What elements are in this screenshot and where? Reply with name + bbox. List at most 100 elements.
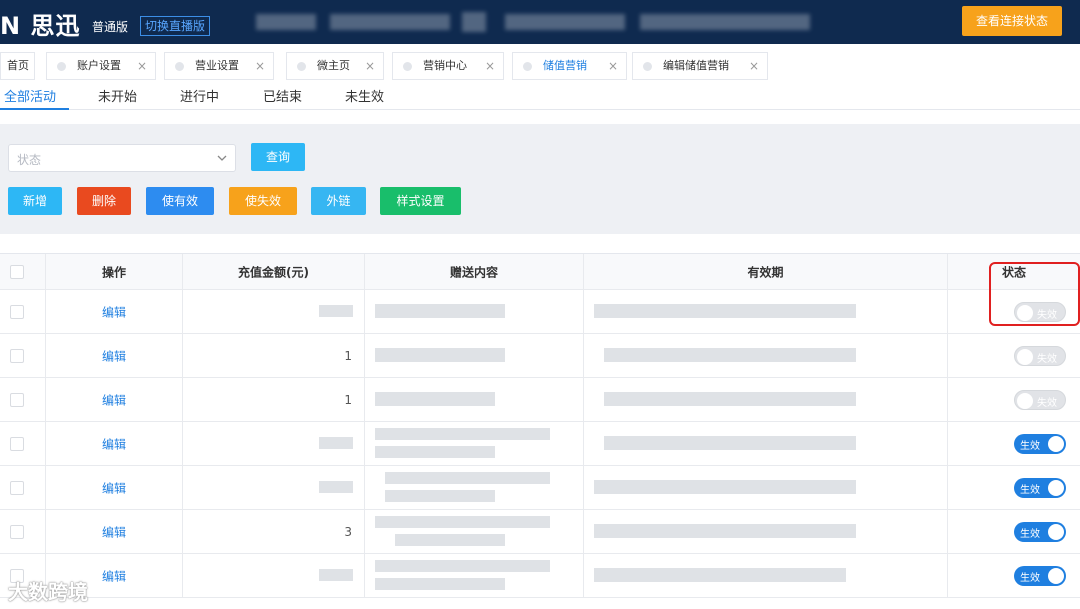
toggle-label: 失效 xyxy=(1037,353,1057,365)
tab-dot-icon xyxy=(403,62,412,71)
redacted-block xyxy=(375,304,505,318)
edit-link[interactable]: 编辑 xyxy=(46,435,182,452)
action-cell: 编辑 xyxy=(46,334,183,377)
tab-business-settings[interactable]: 营业设置 × xyxy=(164,52,274,80)
close-icon[interactable]: × xyxy=(137,53,147,79)
edit-link[interactable]: 编辑 xyxy=(46,303,182,320)
header-label: 有效期 xyxy=(747,265,784,279)
redacted-block xyxy=(594,304,856,318)
tab-dot-icon xyxy=(57,62,66,71)
switch-live-button[interactable]: 切换直播版 xyxy=(140,16,211,36)
amount-cell xyxy=(183,290,365,333)
redacted-block xyxy=(256,14,316,30)
delete-button[interactable]: 删除 xyxy=(77,187,131,215)
select-all-checkbox[interactable] xyxy=(10,264,24,279)
filter-panel xyxy=(0,124,1080,234)
validity-cell xyxy=(584,290,948,333)
close-icon[interactable]: × xyxy=(749,53,759,79)
row-checkbox[interactable] xyxy=(10,392,24,407)
tab-home[interactable]: 首页 xyxy=(0,52,35,80)
gift-cell xyxy=(365,510,584,553)
tab-dot-icon xyxy=(297,62,306,71)
redacted-block xyxy=(319,305,353,317)
status-toggle[interactable]: 生效 xyxy=(1014,521,1066,542)
connection-status-button[interactable]: 查看连接状态 xyxy=(962,6,1062,36)
toggle-label: 生效 xyxy=(1020,528,1040,540)
tab-stored-value-marketing[interactable]: 储值营销 × xyxy=(512,52,627,80)
add-button[interactable]: 新增 xyxy=(8,187,62,215)
subtab-inactive[interactable]: 未生效 xyxy=(345,86,384,105)
select-cell xyxy=(0,334,46,377)
edit-link[interactable]: 编辑 xyxy=(46,391,182,408)
close-icon[interactable]: × xyxy=(255,53,265,79)
close-icon[interactable]: × xyxy=(365,53,375,79)
status-select[interactable]: 状态 xyxy=(8,144,236,172)
amount-cell: 3 xyxy=(183,510,365,553)
tab-dot-icon xyxy=(643,62,652,71)
status-toggle[interactable]: 失效 xyxy=(1014,345,1066,366)
subtab-ended[interactable]: 已结束 xyxy=(263,86,302,105)
amount-value: 3 xyxy=(344,524,352,539)
redacted-block xyxy=(319,481,353,493)
action-cell: 编辑 xyxy=(46,466,183,509)
row-checkbox[interactable] xyxy=(10,304,24,319)
close-icon[interactable]: × xyxy=(608,53,618,79)
gift-cell xyxy=(365,466,584,509)
tab-marketing-center[interactable]: 营销中心 × xyxy=(392,52,504,80)
tab-account-settings[interactable]: 账户设置 × xyxy=(46,52,156,80)
select-cell xyxy=(0,422,46,465)
deactivate-button[interactable]: 使失效 xyxy=(229,187,297,215)
redacted-block xyxy=(604,436,856,450)
table-row: 编辑 失效 xyxy=(0,290,1080,334)
tab-label: 营业设置 xyxy=(195,59,239,72)
select-cell xyxy=(0,466,46,509)
row-checkbox[interactable] xyxy=(10,436,24,451)
row-checkbox[interactable] xyxy=(10,348,24,363)
toggle-knob xyxy=(1017,392,1033,409)
activity-table: 操作 充值金额(元) 赠送内容 有效期 状态 编辑 失效 编辑 1 失效 编辑 … xyxy=(0,253,1080,609)
select-cell xyxy=(0,378,46,421)
tab-micro-homepage[interactable]: 微主页 × xyxy=(286,52,384,80)
close-icon[interactable]: × xyxy=(485,53,495,79)
tab-label: 编辑储值营销 xyxy=(663,59,729,72)
status-toggle[interactable]: 生效 xyxy=(1014,565,1066,586)
redacted-block xyxy=(385,490,495,502)
toggle-label: 失效 xyxy=(1037,397,1057,409)
subtab-in-progress[interactable]: 进行中 xyxy=(180,86,219,105)
row-checkbox[interactable] xyxy=(10,524,24,539)
status-placeholder: 状态 xyxy=(17,153,42,167)
select-cell xyxy=(0,290,46,333)
subtab-all-activities[interactable]: 全部活动 xyxy=(4,86,56,105)
watermark: 大数跨境 xyxy=(8,580,88,604)
validity-cell xyxy=(584,334,948,377)
redacted-block xyxy=(604,348,856,362)
status-toggle[interactable]: 生效 xyxy=(1014,433,1066,454)
redacted-block xyxy=(640,14,810,30)
subtab-not-started[interactable]: 未开始 xyxy=(98,86,137,105)
edition-label: 普通版 xyxy=(92,20,129,34)
select-cell xyxy=(0,510,46,553)
status-toggle[interactable]: 失效 xyxy=(1014,389,1066,410)
toggle-knob xyxy=(1048,567,1064,584)
external-link-button[interactable]: 外链 xyxy=(311,187,366,215)
query-button[interactable]: 查询 xyxy=(251,143,305,171)
amount-value: 1 xyxy=(344,392,352,407)
edit-link[interactable]: 编辑 xyxy=(46,479,182,496)
validity-cell xyxy=(584,510,948,553)
edit-link[interactable]: 编辑 xyxy=(46,523,182,540)
style-settings-button[interactable]: 样式设置 xyxy=(380,187,461,215)
active-tab-indicator xyxy=(0,108,69,110)
edit-link[interactable]: 编辑 xyxy=(46,347,182,364)
status-toggle[interactable]: 生效 xyxy=(1014,477,1066,498)
tab-label: 首页 xyxy=(7,59,29,72)
row-checkbox[interactable] xyxy=(10,480,24,495)
top-bar: N 思迅 普通版 切换直播版 查看连接状态 xyxy=(0,0,1080,44)
table-row: 编辑 生效 xyxy=(0,422,1080,466)
tab-edit-stored-value-marketing[interactable]: 编辑储值营销 × xyxy=(632,52,768,80)
toggle-label: 生效 xyxy=(1020,440,1040,452)
validity-cell xyxy=(584,422,948,465)
table-header-row: 操作 充值金额(元) 赠送内容 有效期 状态 xyxy=(0,254,1080,290)
validity-cell xyxy=(584,466,948,509)
header-action: 操作 xyxy=(46,254,183,289)
activate-button[interactable]: 使有效 xyxy=(146,187,214,215)
